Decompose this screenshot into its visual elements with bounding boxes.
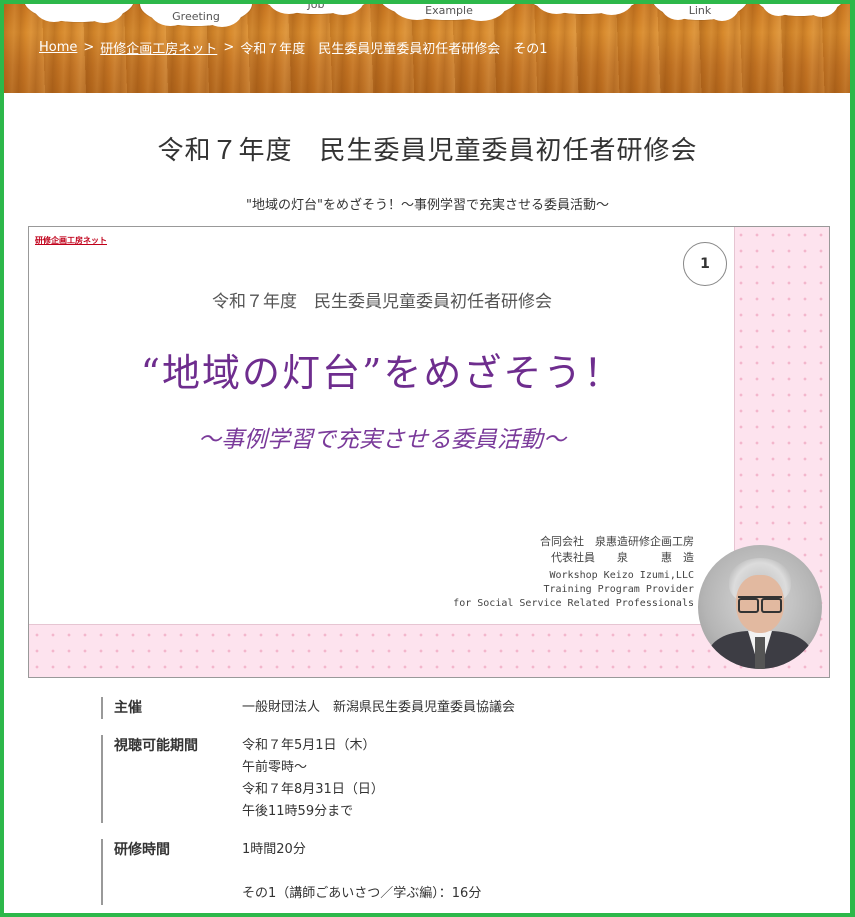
nav-item-1[interactable] [24,0,134,23]
info-val-period: 令和７年5月1日（木） 午前零時～ 令和７年8月31日（日） 午後11時59分ま… [242,735,384,823]
nav-item-example[interactable]: Example [380,0,518,21]
slide-main-title: “地域の灯台”をめざそう！ [140,351,624,395]
slide-representative: 代表社員 泉 惠 造 [551,551,694,564]
slide-eng-line: Training Program Provider [543,584,694,595]
breadcrumb-parent-link[interactable]: 研修企画工房ネット [100,38,217,57]
slide-logo: 研修企画工房ネット [35,235,107,245]
info-key-duration: 研修時間 [114,842,170,858]
breadcrumb-current: 令和７年度 民生委員児童委員初任者研修会 その1 [240,42,548,57]
breadcrumb: Home > 研修企画工房ネット > 令和７年度 民生委員児童委員初任者研修会 … [39,38,548,57]
course-info: 主催 一般財団法人 新潟県民生委員児童委員協議会 視聴可能期間 令和７年5月1日… [101,697,751,917]
nav-item-greeting[interactable]: Greeting [140,0,252,27]
info-period-line: 午後11時59分まで [242,804,354,819]
nav-item-5[interactable] [524,0,644,15]
nav-item-link[interactable]: Link [652,0,748,21]
avatar-glasses [738,596,782,613]
slide-subtitle: ～事例学習で充実させる委員活動～ [198,427,566,453]
info-row-period: 視聴可能期間 令和７年5月1日（木） 午前零時～ 令和７年8月31日（日） 午後… [101,735,751,823]
avatar-tie [755,637,765,669]
page-subtitle: "地域の灯台"をめざそう！～事例学習で充実させる委員活動～ [246,198,609,213]
slide-english-block: Workshop Keizo Izumi,LLC Training Progra… [453,569,694,611]
info-row-duration: 研修時間 1時間20分 その1（講師ごあいさつ／学ぶ編）：16分 [101,839,751,905]
slide-number-badge: 1 [683,242,727,286]
speaker-photo [698,545,822,669]
breadcrumb-separator: > [223,40,235,55]
breadcrumb-separator: > [83,40,95,55]
info-duration-line [242,861,481,883]
slide-company-name: 合同会社 泉惠造研修企画工房 [540,535,694,548]
info-key-host: 主催 [114,700,142,716]
slide-eng-line: Workshop Keizo Izumi,LLC [549,570,695,581]
slide-event-title: 令和７年度 民生委員児童委員初任者研修会 [212,292,552,312]
slide-eng-line: for Social Service Related Professionals [453,598,694,609]
breadcrumb-home-link[interactable]: Home [39,40,77,55]
info-row-host: 主催 一般財団法人 新潟県民生委員児童委員協議会 [101,697,751,719]
site-header: Greeting Job Example Link Home > 研修企画工房ネ… [4,0,850,93]
info-period-line: 午前零時～ [242,760,308,775]
info-period-line: 令和７年8月31日（日） [242,782,384,797]
nav-item-7[interactable] [754,0,846,17]
info-key-period: 視聴可能期間 [114,738,198,754]
info-val-host: 一般財団法人 新潟県民生委員児童委員協議会 [242,697,515,719]
slide-content: 研修企画工房ネット 1 令和７年度 民生委員児童委員初任者研修会 “地域の灯台”… [29,227,735,625]
info-duration-line: 1時間20分 [242,842,306,857]
info-host-text: 一般財団法人 新潟県民生委員児童委員協議会 [242,700,516,715]
info-duration-line: その1（講師ごあいさつ／学ぶ編）：16分 [242,886,482,901]
nav-item-job[interactable]: Job [258,0,374,15]
page-title: 令和７年度 民生委員児童委員初任者研修会 [157,136,698,166]
slide-company-block: 合同会社 泉惠造研修企画工房 代表社員 泉 惠 造 [540,534,694,566]
info-val-duration: 1時間20分 その1（講師ごあいさつ／学ぶ編）：16分 [242,839,481,905]
info-period-line: 令和７年5月1日（木） [242,738,376,753]
